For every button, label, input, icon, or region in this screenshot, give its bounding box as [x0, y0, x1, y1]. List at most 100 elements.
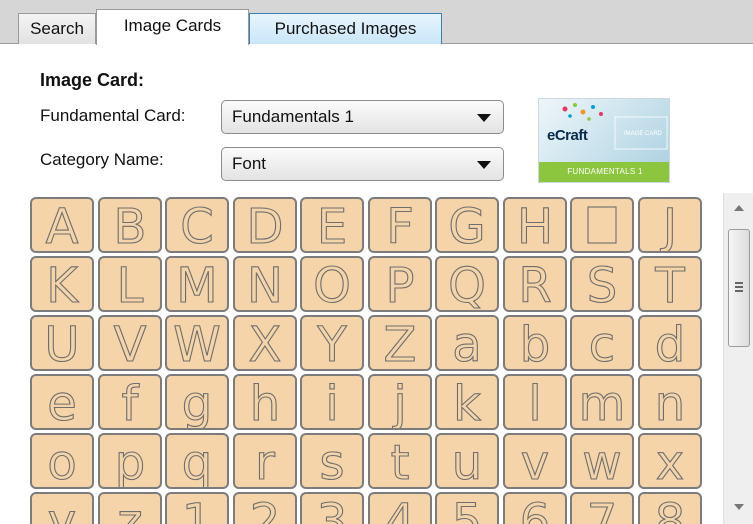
image-tile[interactable]: f [97, 374, 162, 430]
image-tile[interactable]: 2 [232, 492, 297, 524]
image-tile[interactable]: c [570, 315, 634, 371]
image-tile[interactable]: 7 [570, 492, 634, 524]
tile-glyph: a [452, 317, 481, 369]
tile-glyph: g [182, 376, 212, 428]
image-tile[interactable]: j [367, 374, 432, 430]
image-tile[interactable]: X [232, 315, 297, 371]
image-tile[interactable]: q [165, 433, 229, 489]
image-tile[interactable]: P [367, 256, 432, 312]
tile-glyph: Z [383, 317, 416, 369]
tile-glyph: N [247, 258, 283, 310]
image-tile[interactable]: b [502, 315, 567, 371]
image-tile[interactable]: B [97, 197, 162, 253]
image-tile[interactable]: 5 [435, 492, 499, 524]
image-tile[interactable]: V [97, 315, 162, 371]
tile-glyph: S [587, 258, 617, 310]
image-tile[interactable]: S [570, 256, 634, 312]
tile-glyph: q [182, 435, 212, 487]
tile-glyph: u [452, 435, 482, 487]
image-tile[interactable]: e [30, 374, 94, 430]
image-tile[interactable]: W [165, 315, 229, 371]
tile-glyph: B [113, 199, 146, 251]
image-tile[interactable]: H [502, 197, 567, 253]
image-tile[interactable]: k [435, 374, 499, 430]
tab-purchased-images[interactable]: Purchased Images [249, 13, 442, 44]
image-tile[interactable]: z [97, 492, 162, 524]
image-tile[interactable]: Q [435, 256, 499, 312]
logo-band: FUNDAMENTALS 1 [539, 162, 669, 182]
image-tile[interactable]: r [232, 433, 297, 489]
tile-glyph: 8 [654, 494, 685, 524]
image-tile[interactable]: 4 [367, 492, 432, 524]
tile-glyph: o [47, 435, 76, 487]
tile-glyph: d [654, 317, 684, 369]
image-tile[interactable]: D [232, 197, 297, 253]
image-tile[interactable]: N [232, 256, 297, 312]
image-tile[interactable]: l [502, 374, 567, 430]
category-name-dropdown[interactable]: Font [221, 147, 504, 181]
image-tile[interactable]: U [30, 315, 94, 371]
image-tile[interactable]: h [232, 374, 297, 430]
image-tile[interactable]: K [30, 256, 94, 312]
image-tile[interactable]: u [435, 433, 499, 489]
image-tile[interactable]: t [367, 433, 432, 489]
tile-glyph: C [180, 199, 214, 251]
chevron-down-icon [477, 114, 491, 122]
tile-glyph: Y [316, 317, 347, 369]
tile-glyph: 5 [452, 494, 483, 524]
tab-search[interactable]: Search [18, 13, 96, 44]
tile-glyph: K [46, 258, 79, 310]
image-tile[interactable]: g [165, 374, 229, 430]
image-tile[interactable]: A [30, 197, 94, 253]
tile-glyph: G [448, 199, 485, 251]
tile-glyph: b [519, 317, 549, 369]
image-tile[interactable]: L [97, 256, 162, 312]
tile-glyph: m [579, 376, 626, 428]
tile-glyph: V [113, 317, 146, 369]
image-tile[interactable]: R [502, 256, 567, 312]
vertical-scrollbar[interactable] [723, 193, 753, 524]
image-tile[interactable]: p [97, 433, 162, 489]
image-tile[interactable]: Y [300, 315, 364, 371]
image-tile[interactable]: x [637, 433, 702, 489]
image-tile[interactable]: v [502, 433, 567, 489]
grip-lines-icon [735, 282, 743, 294]
image-tile[interactable]: 6 [502, 492, 567, 524]
image-tile[interactable]: n [637, 374, 702, 430]
tile-glyph: 7 [587, 494, 618, 524]
scrollbar-thumb[interactable] [728, 229, 750, 347]
image-tile[interactable]: i [300, 374, 364, 430]
image-tile[interactable]: y [30, 492, 94, 524]
image-tile[interactable]: G [435, 197, 499, 253]
image-tile[interactable]: F [367, 197, 432, 253]
image-tile[interactable]: 8 [637, 492, 702, 524]
image-tile[interactable]: Z [367, 315, 432, 371]
tile-glyph: x [655, 435, 683, 487]
image-tile[interactable]: s [300, 433, 364, 489]
image-tile[interactable]: C [165, 197, 229, 253]
tile-glyph: j [392, 376, 406, 428]
image-tile[interactable]: J [637, 197, 702, 253]
image-tile[interactable]: 1 [165, 492, 229, 524]
triangle-down-icon[interactable] [734, 504, 744, 510]
tile-glyph: D [246, 199, 283, 251]
image-tile[interactable]: T [637, 256, 702, 312]
fundamental-card-dropdown[interactable]: Fundamentals 1 [221, 100, 504, 134]
tile-glyph: w [582, 435, 621, 487]
tab-image-cards[interactable]: Image Cards [96, 9, 249, 45]
image-tile[interactable]: M [165, 256, 229, 312]
image-tile[interactable] [570, 197, 634, 253]
image-tile[interactable]: 3 [300, 492, 364, 524]
triangle-up-icon[interactable] [734, 205, 744, 211]
tile-glyph: H [516, 199, 552, 251]
tile-glyph: c [589, 317, 615, 369]
image-tile[interactable]: a [435, 315, 499, 371]
tile-glyph: p [114, 435, 144, 487]
image-tile[interactable]: o [30, 433, 94, 489]
image-tile[interactable]: m [570, 374, 634, 430]
image-tile[interactable]: O [300, 256, 364, 312]
image-tile[interactable]: d [637, 315, 702, 371]
image-tile[interactable]: w [570, 433, 634, 489]
tile-glyph: k [453, 376, 481, 428]
image-tile[interactable]: E [300, 197, 364, 253]
